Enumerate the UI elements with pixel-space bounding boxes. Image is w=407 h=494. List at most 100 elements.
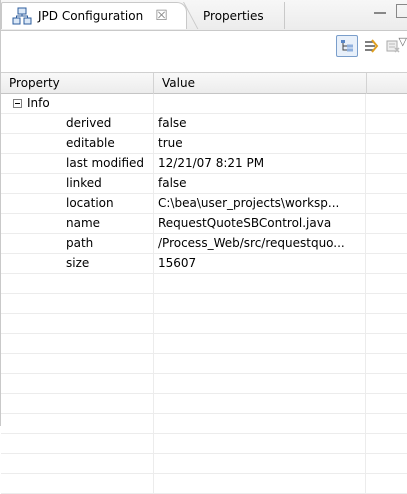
filler-cell — [367, 174, 407, 193]
value-cell[interactable]: RequestQuoteSBControl.java — [154, 214, 366, 233]
property-cell — [1, 454, 154, 473]
value-cell[interactable]: false — [154, 114, 366, 133]
filler-cell — [367, 234, 407, 253]
column-header-property[interactable]: Property — [1, 73, 154, 94]
tab-jpd-configuration[interactable]: JPD Configuration ☒ — [1, 2, 187, 29]
property-cell: path — [1, 234, 154, 253]
property-cell — [1, 474, 154, 493]
property-name: last modified — [66, 156, 144, 170]
show-advanced-properties-icon — [363, 38, 379, 54]
property-cell: derived — [1, 114, 154, 133]
table-row[interactable]: name RequestQuoteSBControl.java — [1, 214, 407, 234]
property-cell — [1, 294, 154, 313]
table-row[interactable]: path /Process_Web/src/requestquo... — [1, 234, 407, 254]
property-cell: Info — [1, 94, 154, 113]
empty-row — [1, 334, 407, 354]
property-cell — [1, 354, 154, 373]
property-cell: location — [1, 194, 154, 213]
group-row-info[interactable]: Info — [1, 94, 407, 114]
value-cell — [154, 314, 366, 333]
property-name: derived — [66, 116, 112, 130]
value-cell[interactable]: 15607 — [154, 254, 366, 273]
filler-cell — [367, 94, 407, 113]
properties-view: JPD Configuration ☒ Properties ▽ Propert… — [0, 0, 407, 494]
empty-row — [1, 414, 407, 434]
value-cell — [154, 354, 366, 373]
filler-cell — [367, 114, 407, 133]
table-body: Info derived false editable true last mo… — [1, 94, 407, 494]
minimize-icon[interactable] — [374, 12, 386, 14]
value-cell[interactable]: C:\bea\user_projects\worksp... — [154, 194, 366, 213]
property-cell: last modified — [1, 154, 154, 173]
table-row[interactable]: size 15607 — [1, 254, 407, 274]
show-categories-icon — [340, 39, 354, 53]
value-cell — [154, 394, 366, 413]
property-cell: editable — [1, 134, 154, 153]
property-name: location — [66, 196, 114, 210]
value-cell[interactable]: false — [154, 174, 366, 193]
filler-cell — [367, 154, 407, 173]
property-cell — [1, 274, 154, 293]
column-header-value[interactable]: Value — [154, 73, 367, 94]
value-cell — [154, 434, 366, 453]
group-label: Info — [27, 96, 50, 110]
property-name: name — [66, 216, 101, 230]
column-header-filler — [367, 73, 407, 94]
value-cell — [154, 474, 366, 493]
view-tab-bar: JPD Configuration ☒ Properties — [1, 0, 407, 31]
filler-cell — [367, 214, 407, 233]
empty-row — [1, 354, 407, 374]
property-cell — [1, 374, 154, 393]
show-categories-button[interactable] — [336, 35, 358, 57]
property-cell: name — [1, 214, 154, 233]
value-cell — [154, 454, 366, 473]
empty-row — [1, 434, 407, 454]
empty-row — [1, 314, 407, 334]
empty-row — [1, 294, 407, 314]
property-cell — [1, 414, 154, 433]
view-toolbar: ▽ — [1, 31, 407, 63]
property-cell: size — [1, 254, 154, 273]
value-cell — [154, 294, 366, 313]
show-advanced-properties-button[interactable] — [360, 35, 382, 57]
filler-cell — [367, 194, 407, 213]
value-cell — [154, 94, 366, 113]
value-cell — [154, 274, 366, 293]
property-cell — [1, 434, 154, 453]
view-menu-chevron-icon[interactable]: ▽ — [399, 35, 407, 48]
view-window-controls — [374, 4, 407, 18]
property-cell — [1, 394, 154, 413]
tab-properties[interactable]: Properties — [189, 2, 285, 29]
table-row[interactable]: editable true — [1, 134, 407, 154]
empty-row — [1, 374, 407, 394]
empty-row — [1, 474, 407, 494]
empty-row — [1, 454, 407, 474]
tab-close-icon[interactable]: ☒ — [155, 8, 168, 24]
empty-row — [1, 394, 407, 414]
property-cell: linked — [1, 174, 154, 193]
property-name: linked — [66, 176, 102, 190]
filler-cell — [367, 254, 407, 273]
property-cell — [1, 334, 154, 353]
properties-table: Property Value Info derived false editab… — [1, 72, 407, 494]
table-row[interactable]: last modified 12/21/07 8:21 PM — [1, 154, 407, 174]
empty-row — [1, 274, 407, 294]
value-cell — [154, 334, 366, 353]
value-cell[interactable]: /Process_Web/src/requestquo... — [154, 234, 366, 253]
table-header: Property Value — [1, 72, 407, 94]
table-row[interactable]: linked false — [1, 174, 407, 194]
property-cell — [1, 314, 154, 333]
tab-label: Properties — [203, 8, 264, 23]
value-cell — [154, 374, 366, 393]
property-name: editable — [66, 136, 115, 150]
value-cell[interactable]: true — [154, 134, 366, 153]
maximize-icon[interactable] — [396, 4, 407, 18]
table-row[interactable]: derived false — [1, 114, 407, 134]
tab-label: JPD Configuration — [38, 9, 144, 23]
jpd-config-icon — [12, 7, 32, 25]
table-row[interactable]: location C:\bea\user_projects\worksp... — [1, 194, 407, 214]
collapse-icon[interactable] — [13, 99, 22, 108]
value-cell — [154, 414, 366, 433]
property-name: size — [66, 256, 90, 270]
value-cell[interactable]: 12/21/07 8:21 PM — [154, 154, 366, 173]
